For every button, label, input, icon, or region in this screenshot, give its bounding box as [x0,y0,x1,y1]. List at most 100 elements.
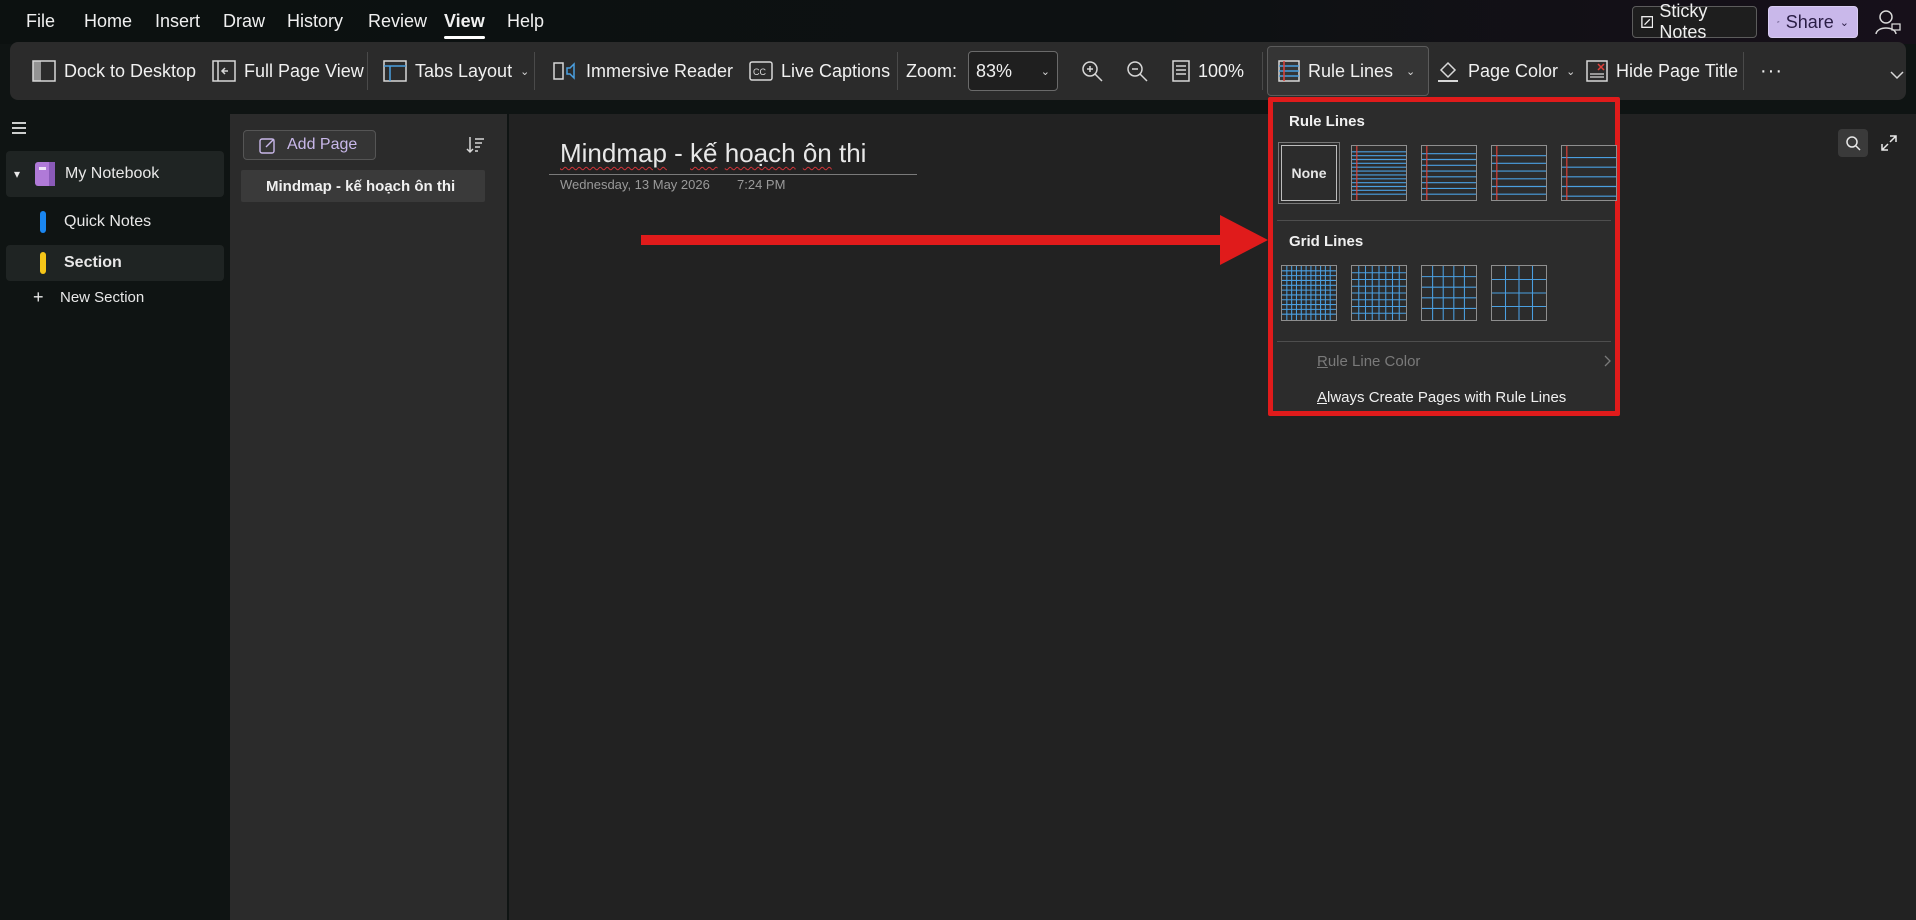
hide-page-title-button[interactable]: Hide Page Title [1580,52,1744,90]
immersive-reader-label: Immersive Reader [586,60,734,81]
share-label: Share [1785,11,1834,32]
chevron-right-icon [1604,355,1611,367]
section-quick-notes[interactable]: Quick Notes [6,204,224,240]
new-section-button[interactable]: + New Section [6,279,224,315]
rule-wide-option[interactable] [1561,145,1617,201]
new-section-label: New Section [60,288,145,306]
title-dash: - [666,138,691,168]
always-create-rule-lines-item[interactable]: Always Create Pages with Rule Lines [1317,389,1566,406]
search-icon [1846,136,1861,151]
rule-lines-button[interactable]: Rule Lines [1272,52,1399,90]
full-page-icon [212,60,236,82]
dropdown-divider [1277,220,1611,221]
title-word: hoạch [724,138,796,168]
zoom-in-button[interactable] [1074,52,1110,90]
live-captions-button[interactable]: CC Live Captions [743,52,896,90]
zoom-out-icon [1127,61,1148,82]
page-list-item[interactable]: Mindmap - kế hoạch ôn thi [241,170,485,202]
tabs-layout-button[interactable]: Tabs Layout ⌄ [377,52,535,90]
rule-line-color-accesskey: R [1317,353,1328,370]
expand-icon [1881,135,1897,151]
page-color-label: Page Color [1468,60,1559,81]
menu-view[interactable]: View [444,11,485,39]
none-label: None [1291,165,1327,181]
rule-lines-dropdown: Rule Lines None Grid Lines Rule Line Col… [1268,97,1620,416]
share-icon [1777,21,1780,24]
svg-text:CC: CC [753,67,766,77]
section-color-tab [40,211,46,233]
section-color-tab [40,252,46,274]
zoom-value: 83% [976,60,1013,81]
rule-none-option[interactable]: None [1278,142,1340,204]
rule-college-option[interactable] [1421,145,1477,201]
zoom-100-button[interactable]: 100% [1166,52,1250,90]
notebook-name: My Notebook [65,165,160,182]
zoom-100-label: 100% [1198,60,1245,81]
sticky-notes-label: Sticky Notes [1659,1,1708,42]
title-word: thi [838,138,867,168]
chevron-down-icon: ⌄ [1406,65,1416,78]
rule-standard-option[interactable] [1491,145,1547,201]
full-page-label: Full Page View [244,60,364,81]
menu-insert[interactable]: Insert [155,11,200,32]
ribbon-divider [897,52,898,90]
page-title[interactable]: Mindmap - kế hoạch ôn thi [560,138,866,169]
plus-icon: + [33,286,44,307]
captions-icon: CC [749,61,773,81]
title-word: Mindmap [560,138,667,168]
always-create-label: lways Create Pages with Rule Lines [1327,389,1567,406]
ribbon-collapse-button[interactable] [1884,56,1910,94]
page-date: Wednesday, 13 May 2026 [560,177,710,192]
hide-title-icon [1586,60,1608,82]
grid-very-large-option[interactable] [1491,265,1547,321]
rule-narrow-option[interactable] [1351,145,1407,201]
notebook-my-notebook[interactable]: ▾ My Notebook [6,151,224,197]
title-space [796,138,803,168]
add-page-icon [259,138,275,154]
red-arrow-annotation [641,215,1268,265]
search-page-button[interactable] [1838,129,1868,157]
chevron-down-icon: ⌄ [520,65,530,78]
rule-lines-label: Rule Lines [1308,60,1394,81]
menu-review[interactable]: Review [368,11,427,32]
grid-large-option[interactable] [1421,265,1477,321]
expand-button[interactable] [1874,129,1904,157]
menu-home[interactable]: Home [84,11,132,32]
zoom-dropdown[interactable]: 83% ⌄ [968,51,1058,91]
sticky-note-icon [1641,16,1654,28]
rule-lines-header: Rule Lines [1289,113,1365,130]
more-options-button[interactable]: ··· [1754,52,1789,90]
dock-icon [32,60,56,82]
menu-help[interactable]: Help [507,11,544,32]
full-page-view-button[interactable]: Full Page View [206,52,370,90]
notebook-icon [35,162,55,186]
live-captions-label: Live Captions [781,60,891,81]
share-button[interactable]: Share ⌄ [1768,6,1858,38]
hamburger-menu-icon[interactable] [11,121,27,135]
rule-lines-dropdown-arrow[interactable]: ⌄ [1400,52,1421,90]
chevron-down-icon: ⌄ [1040,65,1050,78]
sticky-notes-button[interactable]: Sticky Notes [1632,1,1757,42]
sort-icon[interactable] [465,135,485,155]
menu-file[interactable]: File [26,11,55,32]
add-page-button[interactable]: Add Page [243,130,376,160]
page-time: 7:24 PM [737,177,786,192]
immersive-reader-button[interactable]: Immersive Reader [546,52,739,90]
page-color-button[interactable]: Page Color ⌄ [1430,52,1581,90]
zoom-out-button[interactable] [1119,52,1155,90]
section-section[interactable]: Section [6,245,224,281]
rule-line-color-item: Rule Line Color [1317,353,1420,370]
grid-medium-option[interactable] [1351,265,1407,321]
menu-history[interactable]: History [287,11,343,32]
paint-bucket-icon [1438,61,1458,82]
title-space [718,138,725,168]
section-label: Section [64,254,122,271]
zoom-in-icon [1082,61,1103,82]
always-create-accesskey: A [1317,389,1328,406]
dock-to-desktop-button[interactable]: Dock to Desktop [26,52,202,90]
grid-small-option[interactable] [1281,265,1337,321]
grid-lines-header: Grid Lines [1289,233,1364,250]
account-icon[interactable] [1874,8,1902,36]
menu-draw[interactable]: Draw [223,11,265,32]
dropdown-divider [1277,341,1611,342]
